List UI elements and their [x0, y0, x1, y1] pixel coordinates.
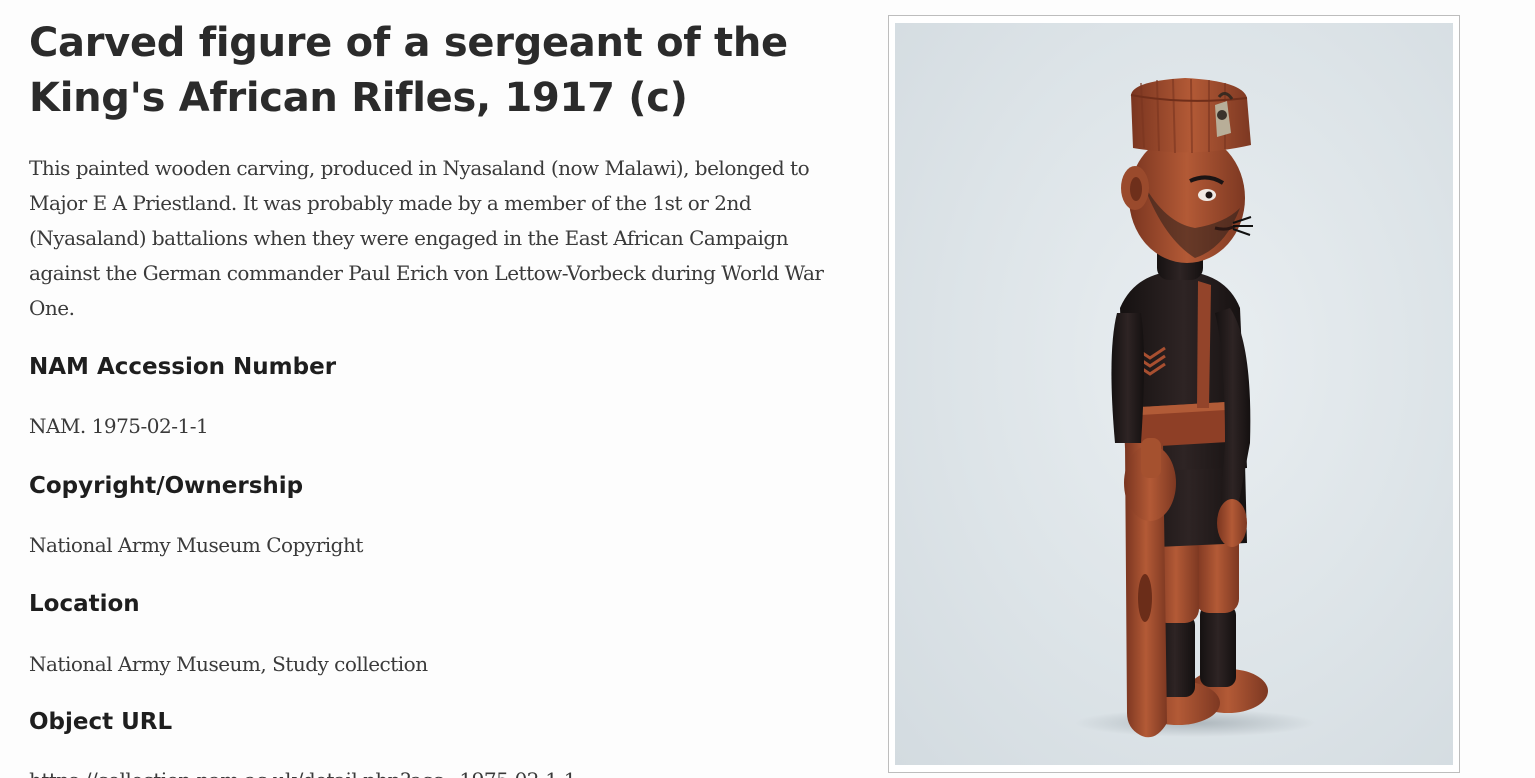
location-label: Location	[29, 591, 140, 617]
object-description: This painted wooden carving, produced in…	[29, 156, 824, 320]
object-detail-page: Carved figure of a sergeant of the King'…	[0, 0, 1535, 778]
carved-figure-illustration	[1075, 78, 1315, 738]
object-image-frame[interactable]	[888, 15, 1460, 773]
object-title: Carved figure of a sergeant of the King'…	[29, 20, 788, 121]
copyright-label: Copyright/Ownership	[29, 473, 304, 499]
copyright-value: National Army Museum Copyright	[29, 533, 363, 557]
object-image[interactable]	[895, 23, 1453, 765]
accession-number-label: NAM Accession Number	[29, 354, 337, 380]
location-value: National Army Museum, Study collection	[29, 652, 428, 676]
accession-number-value: NAM. 1975-02-1-1	[29, 414, 209, 438]
object-url-link[interactable]: https://collection.nam.ac.uk/detail.php?…	[29, 765, 576, 778]
object-details: Carved figure of a sergeant of the King'…	[29, 16, 829, 326]
object-url-label: Object URL	[29, 709, 173, 735]
